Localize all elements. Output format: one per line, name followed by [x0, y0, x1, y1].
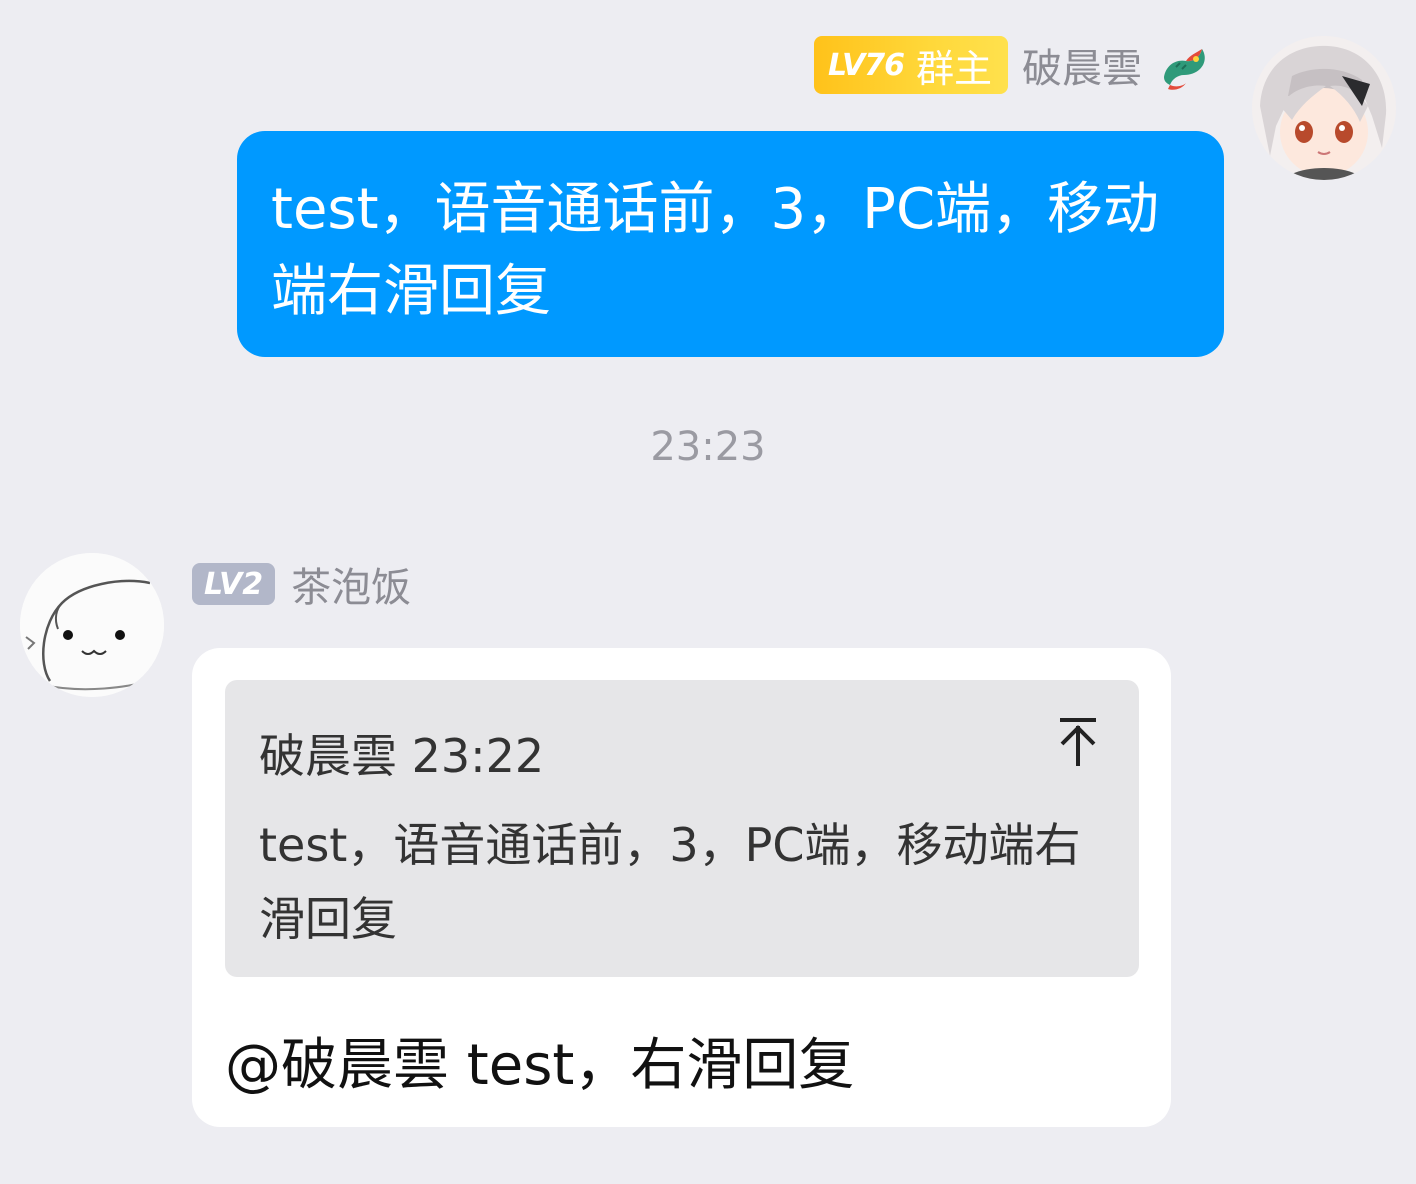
sender-name[interactable]: 破晨雲	[1022, 36, 1142, 94]
quoted-sender-name: 破晨雲	[259, 729, 397, 783]
chat-timestamp: 23:23	[650, 424, 766, 470]
quoted-time: 23:22	[411, 729, 545, 783]
reply-body: test，右滑回复	[449, 1033, 855, 1098]
owner-role-badge: LV76 群主	[814, 36, 1008, 94]
level-badge-text: LV76	[828, 47, 905, 83]
incoming-message-bubble[interactable]: 破晨雲 23:22 test，语音通话前，3，PC端，移动端右滑回复 @破晨雲 …	[192, 648, 1171, 1127]
dragon-icon	[1164, 49, 1205, 90]
level-badge: LV2	[192, 563, 276, 605]
role-badge-text: 群主	[915, 46, 992, 91]
outgoing-message-header: LV76 群主 破晨雲	[814, 36, 1212, 94]
cute-blob-avatar-image	[20, 553, 164, 697]
level-badge-text: LV2	[204, 566, 264, 602]
reply-message-text: @破晨雲 test，右滑回复	[225, 1020, 854, 1101]
mention-link[interactable]: @破晨雲	[225, 1033, 449, 1098]
incoming-message-header: LV2 茶泡饭	[192, 556, 411, 612]
quoted-message-meta: 破晨雲 23:22	[259, 720, 544, 786]
quoted-message[interactable]: 破晨雲 23:22 test，语音通话前，3，PC端，移动端右滑回复	[225, 680, 1139, 977]
scroll-to-top-icon[interactable]	[1056, 716, 1100, 768]
outgoing-message-bubble[interactable]: test，语音通话前，3，PC端，移动端右滑回复	[237, 131, 1224, 357]
sender-avatar[interactable]	[20, 553, 164, 697]
anime-avatar-image	[1252, 36, 1396, 180]
outgoing-message-text: test，语音通话前，3，PC端，移动端右滑回复	[271, 177, 1160, 324]
sender-avatar[interactable]	[1252, 36, 1396, 180]
sender-name[interactable]: 茶泡饭	[291, 555, 411, 613]
quoted-message-text: test，语音通话前，3，PC端，移动端右滑回复	[259, 818, 1081, 946]
